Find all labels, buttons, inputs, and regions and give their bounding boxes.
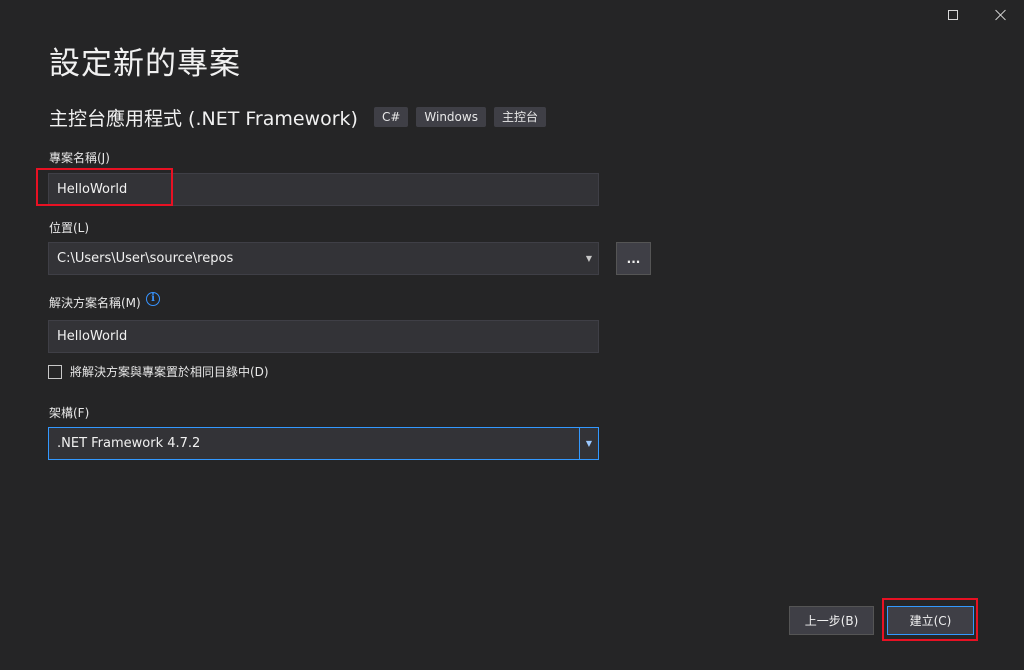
maximize-icon xyxy=(948,10,958,20)
page-title: 設定新的專案 xyxy=(49,46,241,82)
framework-label: 架構(F) xyxy=(49,406,90,420)
project-name-input[interactable] xyxy=(49,174,598,205)
same-directory-checkbox[interactable] xyxy=(48,364,62,379)
browse-button[interactable]: ... xyxy=(616,242,651,275)
solution-name-label: 解決方案名稱(M) xyxy=(49,296,141,310)
tag-platform: Windows xyxy=(416,107,486,127)
framework-value[interactable] xyxy=(49,428,598,459)
framework-select[interactable]: ▼ xyxy=(48,427,599,460)
back-button[interactable]: 上一步(B) xyxy=(789,606,874,635)
location-combobox[interactable]: ▼ xyxy=(48,242,599,275)
location-label: 位置(L) xyxy=(49,221,90,235)
maximize-button[interactable] xyxy=(930,0,976,30)
new-project-dialog: 設定新的專案 主控台應用程式 (.NET Framework) C# Windo… xyxy=(0,0,1024,670)
close-icon xyxy=(995,9,1007,21)
solution-name-input[interactable] xyxy=(49,321,598,352)
info-icon[interactable]: i xyxy=(146,292,160,306)
create-button[interactable]: 建立(C) xyxy=(887,606,974,635)
template-name: 主控台應用程式 (.NET Framework) xyxy=(49,107,358,130)
project-name-field[interactable] xyxy=(48,173,599,206)
chevron-down-icon[interactable]: ▼ xyxy=(580,243,598,274)
location-input[interactable] xyxy=(49,243,598,274)
chevron-down-icon[interactable]: ▼ xyxy=(579,428,598,459)
project-name-label: 專案名稱(J) xyxy=(49,151,110,165)
template-summary: 主控台應用程式 (.NET Framework) C# Windows 主控台 xyxy=(49,104,546,130)
tag-project-type: 主控台 xyxy=(493,107,546,127)
tag-language: C# xyxy=(373,107,409,127)
same-directory-option[interactable]: 將解決方案與專案置於相同目錄中(D) xyxy=(48,363,269,380)
solution-name-field[interactable] xyxy=(48,320,599,353)
close-button[interactable] xyxy=(978,0,1024,30)
same-directory-label: 將解決方案與專案置於相同目錄中(D) xyxy=(70,365,269,379)
